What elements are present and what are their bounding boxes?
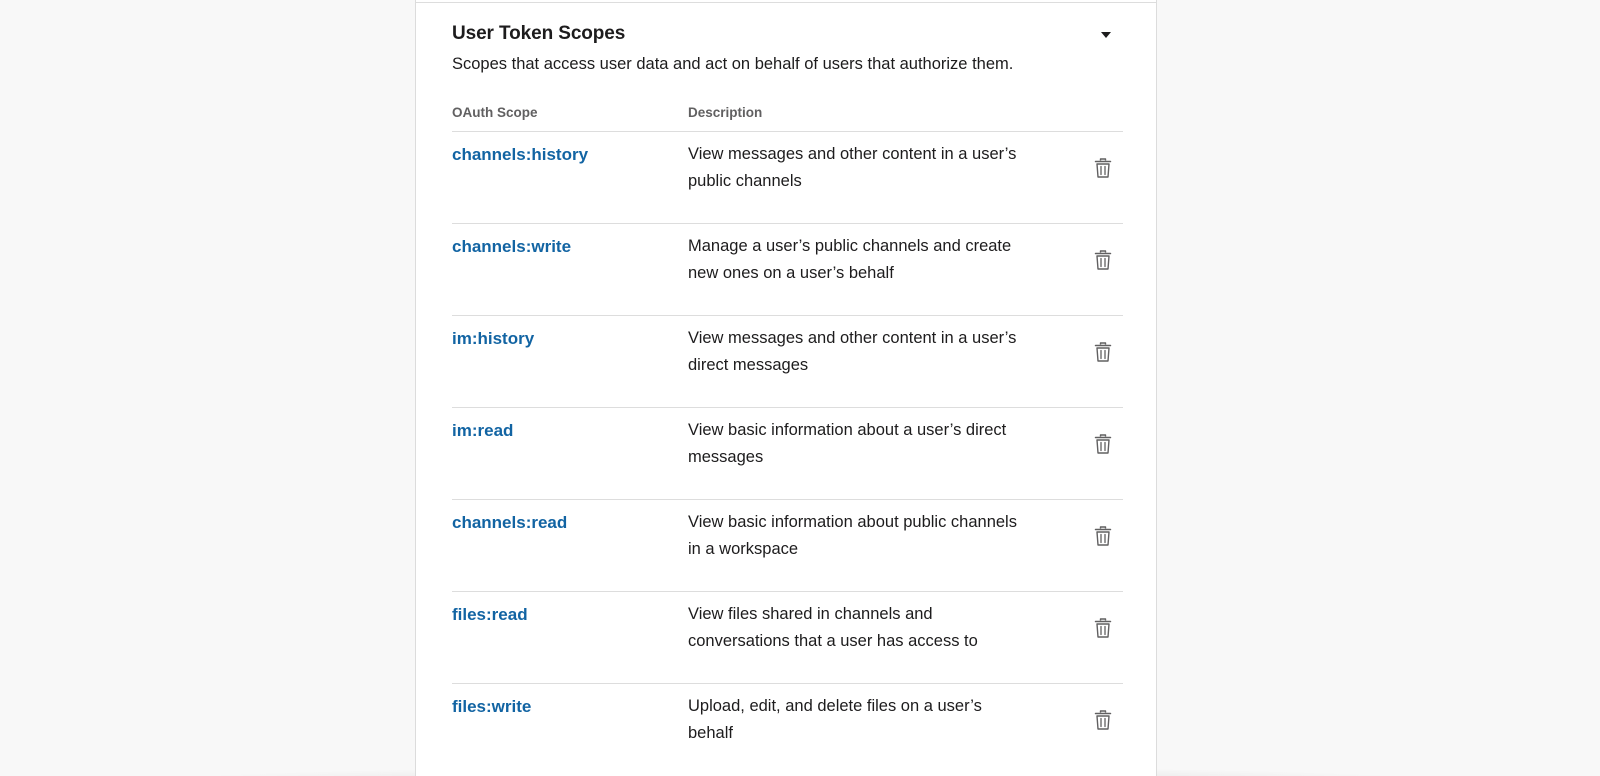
scope-name-link[interactable]: files:write bbox=[452, 696, 688, 776]
scope-description: Manage a user’s public channels and crea… bbox=[688, 237, 1012, 282]
scope-name-link[interactable]: channels:write bbox=[452, 236, 688, 315]
delete-scope-button[interactable] bbox=[1093, 616, 1113, 640]
column-header-scope: OAuth Scope bbox=[452, 105, 538, 120]
settings-card: User Token Scopes Scopes that access use… bbox=[415, 0, 1157, 776]
scope-description: View messages and other content in a use… bbox=[688, 329, 1017, 374]
page: User Token Scopes Scopes that access use… bbox=[0, 0, 1600, 776]
delete-scope-button[interactable] bbox=[1093, 248, 1113, 272]
scope-name-link[interactable]: im:read bbox=[452, 420, 688, 499]
user-token-scopes-section: User Token Scopes Scopes that access use… bbox=[452, 20, 1123, 776]
section-description: Scopes that access user data and act on … bbox=[452, 55, 1014, 73]
delete-scope-button[interactable] bbox=[1093, 524, 1113, 548]
trash-icon bbox=[1094, 342, 1112, 362]
scope-description: View files shared in channels and conver… bbox=[688, 605, 978, 650]
delete-scope-button[interactable] bbox=[1093, 340, 1113, 364]
trash-icon bbox=[1094, 434, 1112, 454]
scope-description: Upload, edit, and delete files on a user… bbox=[688, 697, 982, 742]
scope-description: View basic information about a user’s di… bbox=[688, 421, 1007, 466]
table-row: files:read View files shared in channels… bbox=[452, 592, 1123, 684]
table-row: im:history View messages and other conte… bbox=[452, 316, 1123, 408]
scope-name-link[interactable]: im:history bbox=[452, 328, 688, 407]
trash-icon bbox=[1094, 526, 1112, 546]
table-row: channels:read View basic information abo… bbox=[452, 500, 1123, 592]
table-row: channels:write Manage a user’s public ch… bbox=[452, 224, 1123, 316]
table-row: files:write Upload, edit, and delete fil… bbox=[452, 684, 1123, 776]
table-body: channels:history View messages and other… bbox=[452, 132, 1123, 776]
delete-scope-button[interactable] bbox=[1093, 432, 1113, 456]
scope-name-link[interactable]: files:read bbox=[452, 604, 688, 683]
scope-description: View basic information about public chan… bbox=[688, 513, 1017, 558]
scope-table: OAuth Scope Description channels:history… bbox=[452, 102, 1123, 776]
collapse-toggle-button[interactable] bbox=[1099, 28, 1113, 42]
section-header: User Token Scopes bbox=[452, 20, 1123, 52]
trash-icon bbox=[1094, 250, 1112, 270]
table-row: channels:history View messages and other… bbox=[452, 132, 1123, 224]
scope-name-link[interactable]: channels:history bbox=[452, 144, 688, 223]
table-header: OAuth Scope Description bbox=[452, 102, 1123, 132]
trash-icon bbox=[1094, 710, 1112, 730]
caret-down-icon bbox=[1101, 32, 1111, 38]
column-header-description: Description bbox=[688, 105, 763, 120]
section-divider bbox=[416, 2, 1156, 3]
section-title: User Token Scopes bbox=[452, 23, 626, 44]
delete-scope-button[interactable] bbox=[1093, 156, 1113, 180]
scope-description: View messages and other content in a use… bbox=[688, 145, 1017, 190]
delete-scope-button[interactable] bbox=[1093, 708, 1113, 732]
scope-name-link[interactable]: channels:read bbox=[452, 512, 688, 591]
trash-icon bbox=[1094, 618, 1112, 638]
table-row: im:read View basic information about a u… bbox=[452, 408, 1123, 500]
trash-icon bbox=[1094, 158, 1112, 178]
